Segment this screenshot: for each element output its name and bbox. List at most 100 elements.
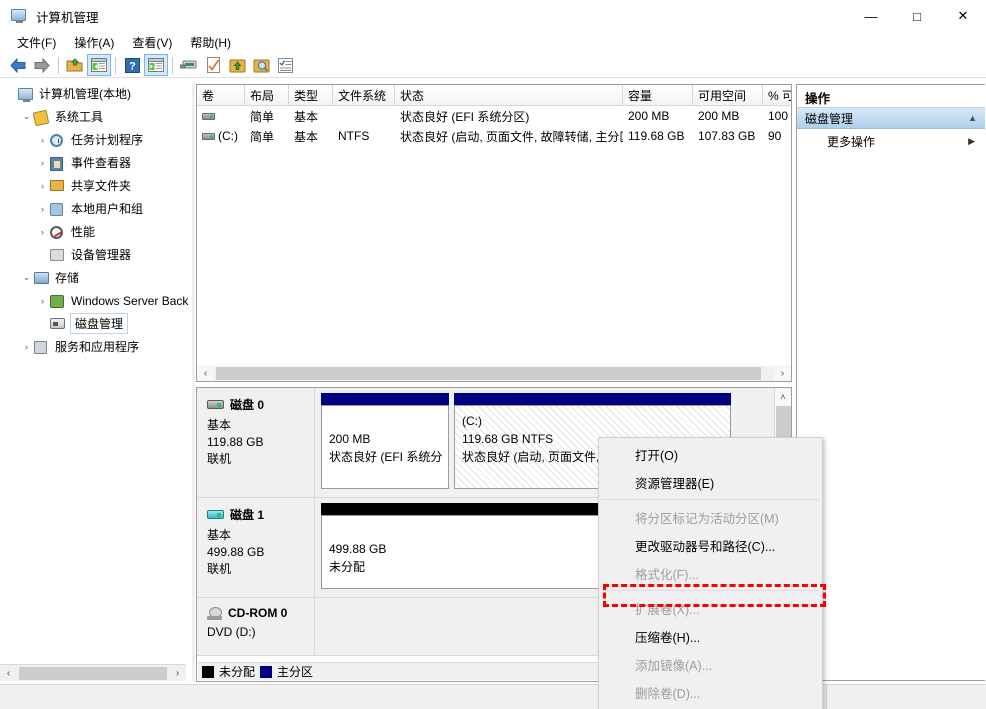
partition-unallocated[interactable]: 499.88 GB 未分配 — [321, 503, 601, 589]
list-scroll-left-button[interactable]: ‹ — [197, 368, 214, 379]
menu-file[interactable]: 文件(F) — [8, 32, 65, 53]
list-scroll-track[interactable] — [214, 366, 774, 380]
tree-performance[interactable]: › 性能 — [0, 220, 192, 243]
tree-services-applications[interactable]: › 服务和应用程序 — [0, 335, 192, 358]
computer-management-icon — [10, 7, 28, 25]
tree-computer-management-local[interactable]: 计算机管理(本地) — [0, 82, 192, 105]
tree-storage[interactable]: ⌄ 存储 — [0, 266, 192, 289]
backup-icon — [49, 293, 67, 309]
menu-action[interactable]: 操作(A) — [65, 32, 123, 53]
col-volume[interactable]: 卷 — [197, 85, 245, 105]
back-icon[interactable] — [6, 54, 30, 76]
tree-task-scheduler[interactable]: › 任务计划程序 — [0, 128, 192, 151]
ctx-delete-volume: 删除卷(D)... — [635, 686, 701, 701]
tree-scroll-left-button[interactable]: ‹ — [0, 668, 17, 679]
volume-list[interactable]: 卷布局 类型 文件系统 状态 容量 可用空间% 可 简单 基本 状态良好 (EFI 系统分区)… — [196, 84, 792, 381]
cdrom-icon — [207, 606, 222, 620]
tree-items: 计算机管理(本地) ⌄ 系统工具 › 任务计划程序 › 事件查看器 › 共享文件夹 › 本地用户和组… — [0, 82, 192, 358]
tree-scroll-right-button[interactable]: › — [169, 668, 186, 679]
tree-device-manager[interactable]: 设备管理器 — [0, 243, 192, 266]
ctx-change-drive-letter[interactable]: 更改驱动器号和路径(C)... — [599, 531, 822, 559]
close-button[interactable]: ✕ — [940, 0, 986, 32]
help-icon[interactable]: ? — [120, 54, 144, 76]
col-filesystem[interactable]: 文件系统 — [333, 85, 395, 105]
volume-row[interactable]: 简单 基本 状态良好 (EFI 系统分区) 200 MB 200 MB 100 — [197, 106, 791, 126]
tree-expander-icon[interactable]: › — [36, 135, 49, 145]
volume-list-horizontal-scrollbar[interactable]: ‹ › — [196, 365, 792, 382]
minimize-button[interactable]: — — [848, 0, 894, 32]
legend-primary-partition-label: 主分区 — [277, 665, 314, 679]
list-scroll-right-button[interactable]: › — [774, 368, 791, 379]
show-tree-icon[interactable] — [87, 54, 111, 76]
partition-type-bar — [321, 393, 449, 405]
tree-scroll-track[interactable] — [17, 666, 169, 680]
show-actions-icon[interactable] — [144, 54, 168, 76]
maximize-button[interactable]: □ — [894, 0, 940, 32]
tree-item-label: 本地用户和组 — [71, 202, 144, 216]
col-layout[interactable]: 布局 — [245, 85, 289, 105]
volume-row[interactable]: (C:) 简单 基本 NTFS 状态良好 (启动, 页面文件, 故障转储, 主分区) 11… — [197, 126, 791, 146]
checklist-icon[interactable] — [201, 54, 225, 76]
chevron-up-icon[interactable]: ▲ — [968, 113, 977, 123]
tree-local-users-groups[interactable]: › 本地用户和组 — [0, 197, 192, 220]
disk-info-panel[interactable]: 磁盘 0 基本 119.88 GB 联机 — [197, 388, 315, 497]
actions-group-disk-management[interactable]: 磁盘管理 ▲ — [797, 107, 985, 129]
users-icon — [49, 201, 67, 217]
partition-efi[interactable]: 200 MB 状态良好 (EFI 系统分 — [321, 393, 449, 489]
menu-help[interactable]: 帮助(H) — [181, 32, 240, 53]
properties-icon[interactable] — [273, 54, 297, 76]
col-capacity[interactable]: 容量 — [623, 85, 693, 105]
tree-expander-icon[interactable]: › — [36, 296, 49, 306]
tree-expander-icon[interactable]: › — [36, 158, 49, 168]
menu-view[interactable]: 查看(V) — [123, 32, 181, 53]
computer-icon[interactable] — [177, 54, 201, 76]
col-status[interactable]: 状态 — [395, 85, 623, 105]
export-icon[interactable] — [225, 54, 249, 76]
volume-list-header[interactable]: 卷布局 类型 文件系统 状态 容量 可用空间% 可 — [197, 85, 791, 106]
toolbar-separator-1 — [58, 56, 59, 74]
action-more-actions[interactable]: 更多操作 ▶ — [797, 129, 985, 153]
action-more-actions-label: 更多操作 — [827, 134, 876, 149]
disk-scroll-up-button[interactable]: ˄ — [775, 388, 791, 405]
tree-expander-icon[interactable]: › — [36, 204, 49, 214]
col-freespace[interactable]: 可用空间 — [693, 85, 763, 105]
partition-body[interactable]: 200 MB 状态良好 (EFI 系统分 — [321, 405, 449, 489]
disk-type: 基本 — [207, 528, 232, 542]
tree-expander-icon[interactable]: › — [20, 342, 33, 352]
cell-status: 状态良好 (EFI 系统分区) — [400, 109, 530, 124]
tree-shared-folders[interactable]: › 共享文件夹 — [0, 174, 192, 197]
tree-expander-icon[interactable]: ⌄ — [20, 111, 33, 122]
event-viewer-icon — [49, 155, 67, 171]
cdrom-name: CD-ROM 0 — [228, 606, 288, 620]
actions-pane: 操作 磁盘管理 ▲ 更多操作 ▶ — [796, 84, 985, 681]
partition-body[interactable]: 499.88 GB 未分配 — [321, 515, 601, 589]
col-percent-free[interactable]: % 可 — [763, 85, 791, 105]
context-menu[interactable]: 打开(O) 资源管理器(E) 将分区标记为活动分区(M) 更改驱动器号和路径(C)..… — [598, 437, 823, 709]
pane-splitter[interactable] — [192, 82, 195, 682]
ctx-shrink-volume[interactable]: 压缩卷(H)... — [599, 622, 822, 650]
tree-expander-icon[interactable]: › — [36, 181, 49, 191]
disk-info-panel[interactable]: 磁盘 1 基本 499.88 GB 联机 — [197, 498, 315, 597]
volume-list-body: 简单 基本 状态良好 (EFI 系统分区) 200 MB 200 MB 100 (C:) 简单… — [197, 106, 791, 146]
tree-expander-icon[interactable]: › — [36, 227, 49, 237]
cdrom-info-panel[interactable]: CD-ROM 0 DVD (D:) — [197, 598, 315, 655]
tree-horizontal-scrollbar[interactable]: ‹ › — [0, 664, 186, 681]
up-folder-icon[interactable] — [63, 54, 87, 76]
ctx-explorer[interactable]: 资源管理器(E) — [599, 468, 822, 496]
col-type[interactable]: 类型 — [289, 85, 333, 105]
tree-disk-management[interactable]: 磁盘管理 — [0, 312, 192, 335]
search-icon[interactable] — [249, 54, 273, 76]
tree-event-viewer[interactable]: › 事件查看器 — [0, 151, 192, 174]
cell-filesystem: NTFS — [338, 129, 370, 143]
tree-system-tools[interactable]: ⌄ 系统工具 — [0, 105, 192, 128]
list-scroll-thumb[interactable] — [216, 366, 761, 380]
ctx-open[interactable]: 打开(O) — [599, 440, 822, 468]
tree-scroll-thumb[interactable] — [19, 666, 167, 680]
tree-expander-icon[interactable]: ⌄ — [20, 272, 33, 283]
navigation-tree[interactable]: 计算机管理(本地) ⌄ 系统工具 › 任务计划程序 › 事件查看器 › 共享文件夹 › 本地用户和组… — [0, 82, 192, 667]
window-controls: — □ ✕ — [848, 0, 986, 32]
tree-item-label: 任务计划程序 — [71, 133, 144, 147]
tree-windows-server-backup[interactable]: › Windows Server Back — [0, 289, 192, 312]
forward-icon[interactable] — [30, 54, 54, 76]
ctx-mark-active: 将分区标记为活动分区(M) — [635, 511, 779, 526]
